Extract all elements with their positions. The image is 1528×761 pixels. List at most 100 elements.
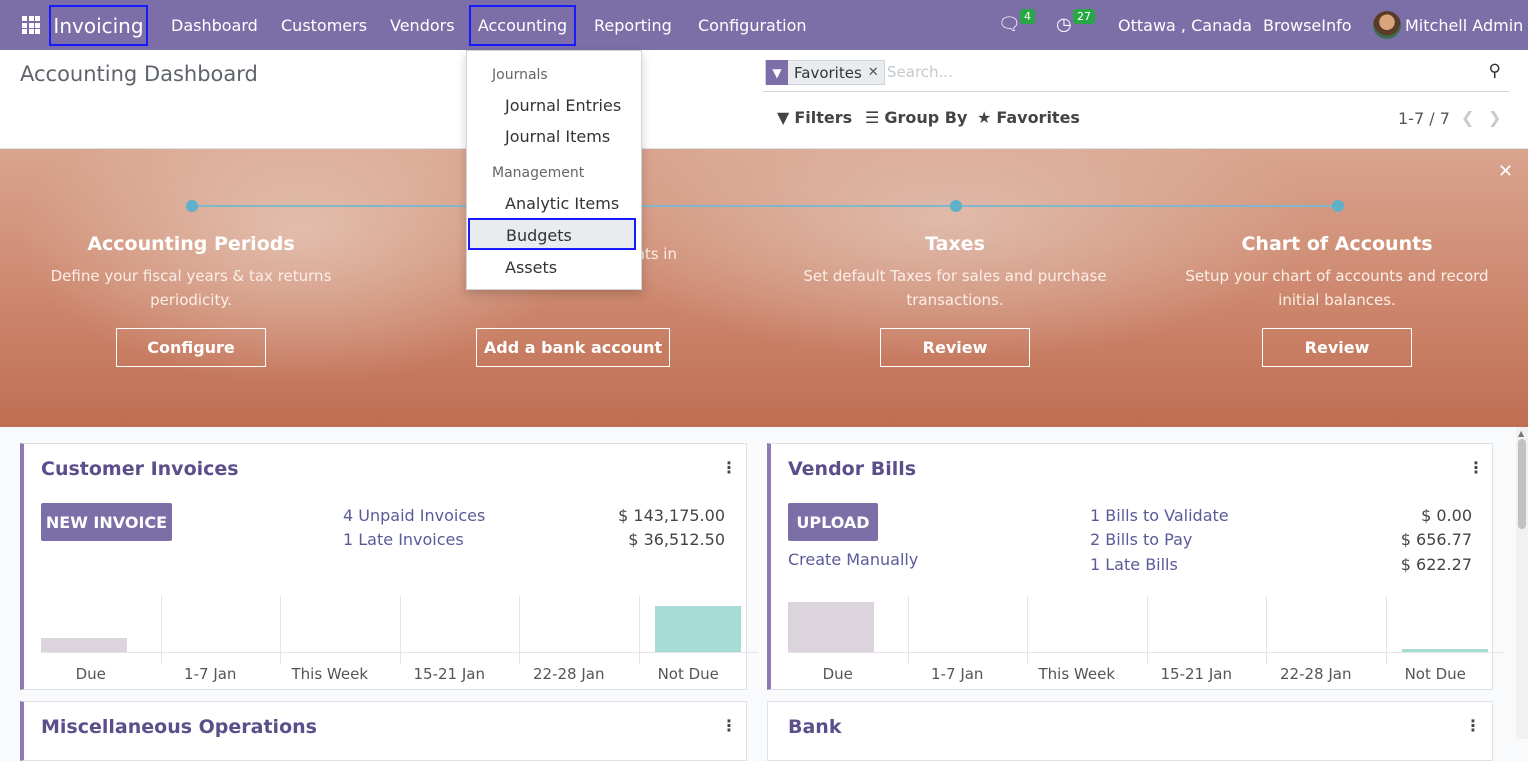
company-switcher[interactable]: BrowseInfo	[1263, 0, 1352, 50]
menu-vendors[interactable]: Vendors	[390, 0, 455, 50]
bills-to-pay-amount: $ 656.77	[1400, 530, 1472, 549]
chat-icon[interactable]: 🗨	[998, 14, 1021, 35]
configure-button[interactable]: Configure	[116, 328, 266, 367]
menu-header-journals: Journals	[492, 67, 548, 83]
menu-item-budgets[interactable]: Budgets	[468, 218, 636, 250]
new-invoice-button[interactable]: NEW INVOICE	[41, 503, 172, 541]
unpaid-invoices-link[interactable]: 4 Unpaid Invoices	[343, 506, 485, 525]
user-menu[interactable]: Mitchell Admin	[1405, 0, 1523, 50]
location-label[interactable]: Ottawa , Canada	[1118, 0, 1252, 50]
progress-line	[197, 205, 1333, 207]
graph-bar-not-due[interactable]	[654, 606, 741, 652]
search-icon[interactable]: ⚲	[1489, 61, 1501, 81]
late-invoices-link[interactable]: 1 Late Invoices	[343, 530, 464, 549]
app-brand[interactable]: Invoicing	[49, 5, 148, 46]
graph-axis-label: 1-7 Jan	[184, 665, 237, 683]
graph-gridline	[399, 596, 401, 664]
menu-customers[interactable]: Customers	[281, 0, 367, 50]
graph-axis-label: Due	[822, 665, 853, 683]
menu-accounting[interactable]: Accounting	[469, 5, 576, 46]
kebab-menu-icon[interactable]: ⋮	[721, 458, 737, 477]
messages-badge: 4	[1020, 9, 1035, 24]
vendor-bills-graph[interactable]: Due 1-7 Jan This Week 15-21 Jan 22-28 Jan Not…	[771, 596, 1505, 688]
review-chart-button[interactable]: Review	[1262, 328, 1412, 367]
menu-item-assets[interactable]: Assets	[505, 258, 557, 277]
upload-button[interactable]: UPLOAD	[788, 503, 878, 541]
add-bank-account-button[interactable]: Add a bank account	[476, 328, 670, 367]
filters-label: Filters	[794, 108, 853, 127]
graph-gridline	[1027, 596, 1028, 664]
graph-axis-label: Not Due	[1404, 665, 1466, 683]
kebab-menu-icon[interactable]: ⋮	[721, 716, 737, 735]
kebab-menu-icon[interactable]: ⋮	[1465, 716, 1481, 735]
graph-bar-due[interactable]	[41, 638, 127, 652]
menu-item-journal-items[interactable]: Journal Items	[505, 127, 610, 146]
menu-header-management: Management	[492, 165, 585, 181]
graph-bar-due[interactable]	[788, 602, 874, 652]
control-panel: Accounting Dashboard ▼ Favorites ✕ Searc…	[0, 50, 1528, 149]
chevron-right-icon[interactable]: ❯	[1488, 108, 1501, 127]
group-by-button[interactable]: ☰ Group By	[865, 108, 967, 127]
onboarding-banner: ✕ Accounting Periods Define your fiscal …	[0, 149, 1528, 427]
step-title: Accounting Periods	[87, 233, 295, 255]
late-bills-link[interactable]: 1 Late Bills	[1090, 555, 1178, 574]
accounting-dropdown-menu: Journals Journal Entries Journal Items M…	[466, 50, 642, 290]
menu-dashboard[interactable]: Dashboard	[171, 0, 258, 50]
bills-to-validate-amount: $ 0.00	[1421, 506, 1472, 525]
menu-reporting[interactable]: Reporting	[594, 0, 672, 50]
favorites-button[interactable]: ★ Favorites	[977, 108, 1080, 127]
step-desc: initial balances.	[1278, 291, 1396, 309]
search-bar[interactable]: ▼ Favorites ✕ Search... ⚲	[763, 58, 1509, 92]
scrollbar[interactable]: ▲	[1516, 427, 1528, 739]
graph-gridline	[280, 596, 281, 664]
apps-grid-icon[interactable]	[22, 16, 40, 34]
graph-bar-not-due[interactable]	[1401, 649, 1488, 652]
card-title[interactable]: Vendor Bills	[788, 458, 916, 480]
pager-value[interactable]: 1-7 / 7	[1398, 109, 1450, 128]
scroll-up-icon[interactable]: ▲	[1518, 429, 1524, 438]
bank-card: Bank ⋮	[767, 701, 1493, 761]
bills-to-pay-link[interactable]: 2 Bills to Pay	[1090, 530, 1192, 549]
graph-axis-label: Not Due	[657, 665, 719, 683]
graph-gridline	[907, 596, 909, 664]
activities-badge: 27	[1073, 9, 1095, 24]
bills-to-validate-link[interactable]: 1 Bills to Validate	[1090, 506, 1229, 525]
clock-icon[interactable]: ◷	[1056, 14, 1072, 35]
card-title[interactable]: Miscellaneous Operations	[41, 716, 317, 738]
menu-item-journal-entries[interactable]: Journal Entries	[505, 96, 621, 115]
group-by-label: Group By	[884, 108, 968, 127]
graph-axis-label: 22-28 Jan	[533, 665, 605, 683]
graph-axis-label: 1-7 Jan	[931, 665, 984, 683]
favorites-facet[interactable]: ▼ Favorites ✕	[765, 60, 885, 85]
card-title[interactable]: Bank	[788, 716, 841, 738]
graph-axis-label: This Week	[1038, 665, 1116, 683]
kebab-menu-icon[interactable]: ⋮	[1468, 458, 1484, 477]
close-icon[interactable]: ✕	[868, 65, 884, 80]
misc-operations-card: Miscellaneous Operations ⋮	[20, 701, 747, 761]
step-title: Chart of Accounts	[1241, 233, 1433, 255]
menu-item-analytic-items[interactable]: Analytic Items	[505, 194, 619, 213]
scrollbar-thumb[interactable]	[1518, 439, 1526, 529]
close-icon[interactable]: ✕	[1498, 161, 1513, 182]
step-chart-of-accounts: Chart of Accounts Setup your chart of ac…	[1172, 233, 1502, 312]
graph-gridline	[1146, 596, 1148, 664]
step-desc: Define your fiscal years & tax returns	[50, 267, 332, 285]
page-title: Accounting Dashboard	[20, 62, 258, 86]
graph-gridline	[1385, 596, 1387, 664]
review-taxes-button[interactable]: Review	[880, 328, 1030, 367]
menu-item-budgets-label: Budgets	[506, 226, 572, 245]
search-input[interactable]: Search...	[887, 63, 953, 81]
top-navbar: Invoicing Dashboard Customers Vendors Ac…	[0, 0, 1528, 50]
chevron-left-icon[interactable]: ❮	[1461, 108, 1474, 127]
card-title[interactable]: Customer Invoices	[41, 458, 239, 480]
filters-button[interactable]: ▼ Filters	[777, 108, 852, 127]
create-manually-link[interactable]: Create Manually	[788, 550, 918, 569]
user-avatar[interactable]	[1373, 11, 1401, 39]
step-dot	[950, 200, 962, 212]
menu-configuration[interactable]: Configuration	[698, 0, 807, 50]
customer-invoices-graph[interactable]: Due 1-7 Jan This Week 15-21 Jan 22-28 Jan Not…	[24, 596, 758, 688]
customer-invoices-card: Customer Invoices ⋮ NEW INVOICE 4 Unpaid…	[20, 443, 758, 690]
star-icon: ★	[977, 108, 992, 127]
graph-gridline	[1266, 596, 1267, 664]
layers-icon: ☰	[865, 108, 880, 127]
